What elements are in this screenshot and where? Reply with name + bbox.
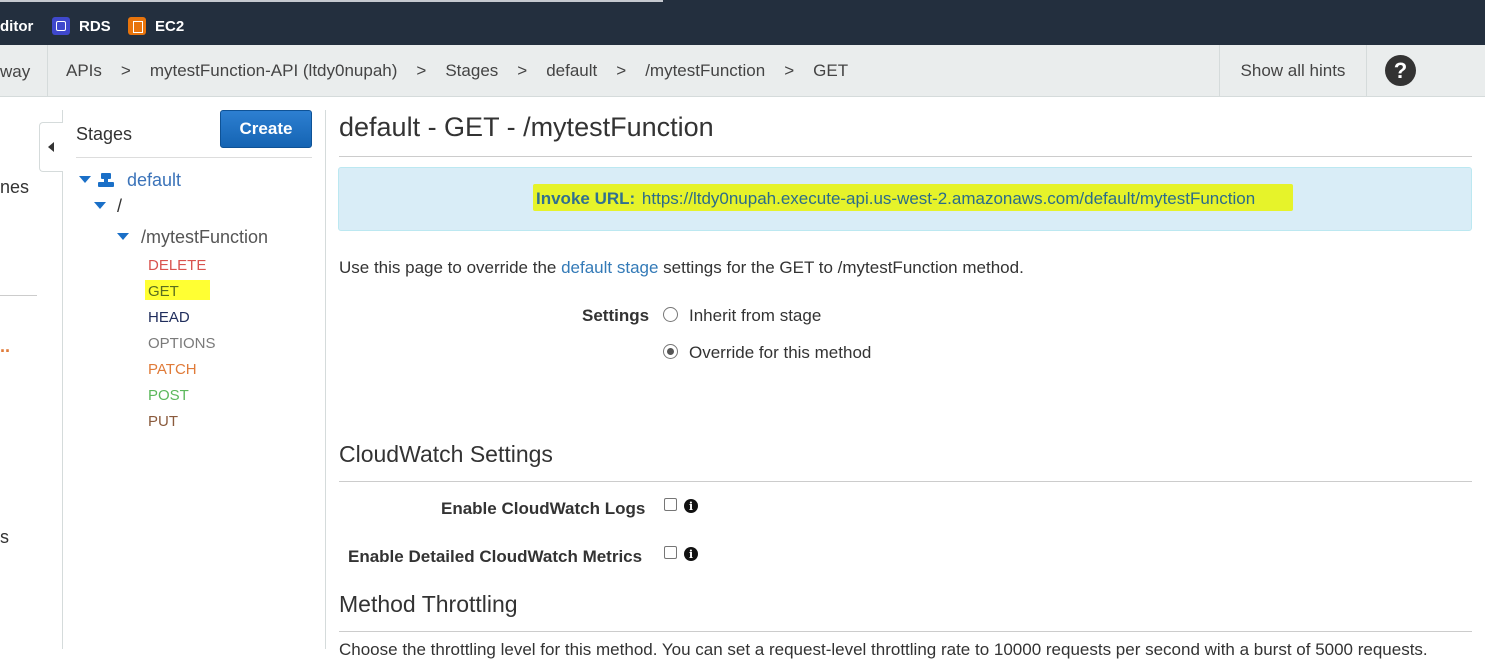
tree-method-patch[interactable]: PATCH	[148, 361, 197, 378]
radio-label: Override for this method	[689, 343, 872, 362]
settings-label: Settings	[582, 306, 650, 325]
topnav-item-editor[interactable]: ditor	[0, 16, 33, 36]
stages-title: Stages	[76, 124, 133, 144]
expand-caret-icon[interactable]	[117, 233, 129, 240]
tree-stage-default[interactable]: default	[127, 170, 181, 191]
invoke-url-panel: Invoke URL: https://ltdy0nupah.execute-a…	[338, 167, 1472, 231]
override-description: Use this page to override the default st…	[339, 258, 1024, 278]
breadcrumb-api[interactable]: mytestFunction-API (ltdy0nupah)	[150, 61, 398, 81]
divider	[339, 481, 1472, 482]
tree-method-get[interactable]: GET	[148, 283, 179, 300]
throttling-description: Choose the throttling level for this met…	[339, 640, 1428, 659]
collapse-nav-button[interactable]	[39, 122, 63, 172]
tree-method-head[interactable]: HEAD	[148, 309, 190, 326]
topnav-item-rds[interactable]: RDS	[52, 16, 111, 36]
inherit-from-stage-radio[interactable]	[663, 307, 678, 322]
cloudwatch-metrics-label: Enable Detailed CloudWatch Metrics	[348, 547, 643, 566]
breadcrumb-bar: way APIs > mytestFunction-API (ltdy0nupah)…	[0, 45, 1485, 97]
breadcrumb-resource[interactable]: /mytestFunction	[645, 61, 765, 81]
tree-resource-root[interactable]: /	[117, 196, 122, 217]
breadcrumb: APIs > mytestFunction-API (ltdy0nupah) > Sta…	[66, 61, 848, 81]
stage-icon	[98, 173, 114, 187]
rds-icon	[52, 17, 70, 35]
topnav-item-label: ditor	[0, 17, 34, 35]
info-icon[interactable]: i	[684, 547, 698, 561]
tree-method-post[interactable]: POST	[148, 387, 189, 404]
invoke-url-label: Invoke URL:	[536, 189, 636, 208]
tree-resource-mytestfunction[interactable]: /mytestFunction	[141, 227, 268, 248]
leftnav-item-fragment[interactable]: s	[0, 527, 9, 548]
expand-caret-icon[interactable]	[94, 202, 106, 209]
cloudwatch-logs-checkbox[interactable]	[664, 498, 677, 511]
breadcrumb-separator: >	[517, 61, 528, 80]
cloudwatch-settings-title: CloudWatch Settings	[339, 441, 553, 467]
invoke-url-row: Invoke URL: https://ltdy0nupah.execute-a…	[536, 189, 1255, 209]
divider	[76, 157, 312, 158]
default-stage-link[interactable]: default stage	[561, 258, 658, 277]
ec2-icon	[128, 17, 146, 35]
info-icon[interactable]: i	[684, 499, 698, 513]
help-icon[interactable]: ?	[1385, 55, 1416, 86]
loading-progress-line	[0, 0, 663, 2]
breadcrumb-stage[interactable]: default	[546, 61, 597, 81]
top-navigation-bar: ditor RDS EC2	[0, 0, 1485, 45]
topnav-item-ec2[interactable]: EC2	[128, 16, 184, 36]
show-all-hints-button[interactable]: Show all hints	[1219, 45, 1367, 97]
divider	[47, 45, 48, 97]
breadcrumb-separator: >	[784, 61, 795, 80]
breadcrumb-separator: >	[616, 61, 627, 80]
leftnav-item-fragment[interactable]: ..	[0, 336, 10, 357]
breadcrumb-separator: >	[120, 61, 131, 80]
leftnav-item-fragment[interactable]: nes	[0, 177, 29, 198]
tree-method-delete[interactable]: DELETE	[148, 257, 206, 274]
leftnav-border	[62, 110, 63, 649]
topnav-item-label: RDS	[79, 17, 111, 35]
breadcrumb-stages[interactable]: Stages	[445, 61, 498, 81]
leftnav-divider	[0, 295, 37, 296]
override-for-method-radio[interactable]	[663, 344, 678, 359]
method-throttling-title: Method Throttling	[339, 591, 518, 617]
panel-divider	[325, 110, 326, 649]
create-stage-button[interactable]: Create	[220, 110, 312, 148]
cloudwatch-logs-label: Enable CloudWatch Logs	[441, 499, 646, 518]
topnav-item-label: EC2	[155, 17, 185, 35]
expand-caret-icon[interactable]	[79, 176, 91, 183]
page-title: default - GET - /mytestFunction	[339, 112, 714, 142]
tree-method-options[interactable]: OPTIONS	[148, 335, 216, 352]
service-name-link[interactable]: way	[0, 62, 30, 82]
tree-method-put[interactable]: PUT	[148, 413, 178, 430]
description-text: Use this page to override the	[339, 258, 562, 277]
cloudwatch-metrics-checkbox[interactable]	[664, 546, 677, 559]
breadcrumb-apis[interactable]: APIs	[66, 61, 102, 81]
divider	[339, 631, 1472, 632]
breadcrumb-method: GET	[813, 61, 849, 80]
description-text: settings for the GET to /mytestFunction …	[658, 258, 1024, 277]
divider	[339, 156, 1472, 157]
radio-label: Inherit from stage	[689, 306, 822, 325]
breadcrumb-separator: >	[416, 61, 427, 80]
invoke-url-link[interactable]: https://ltdy0nupah.execute-api.us-west-2…	[642, 189, 1255, 208]
